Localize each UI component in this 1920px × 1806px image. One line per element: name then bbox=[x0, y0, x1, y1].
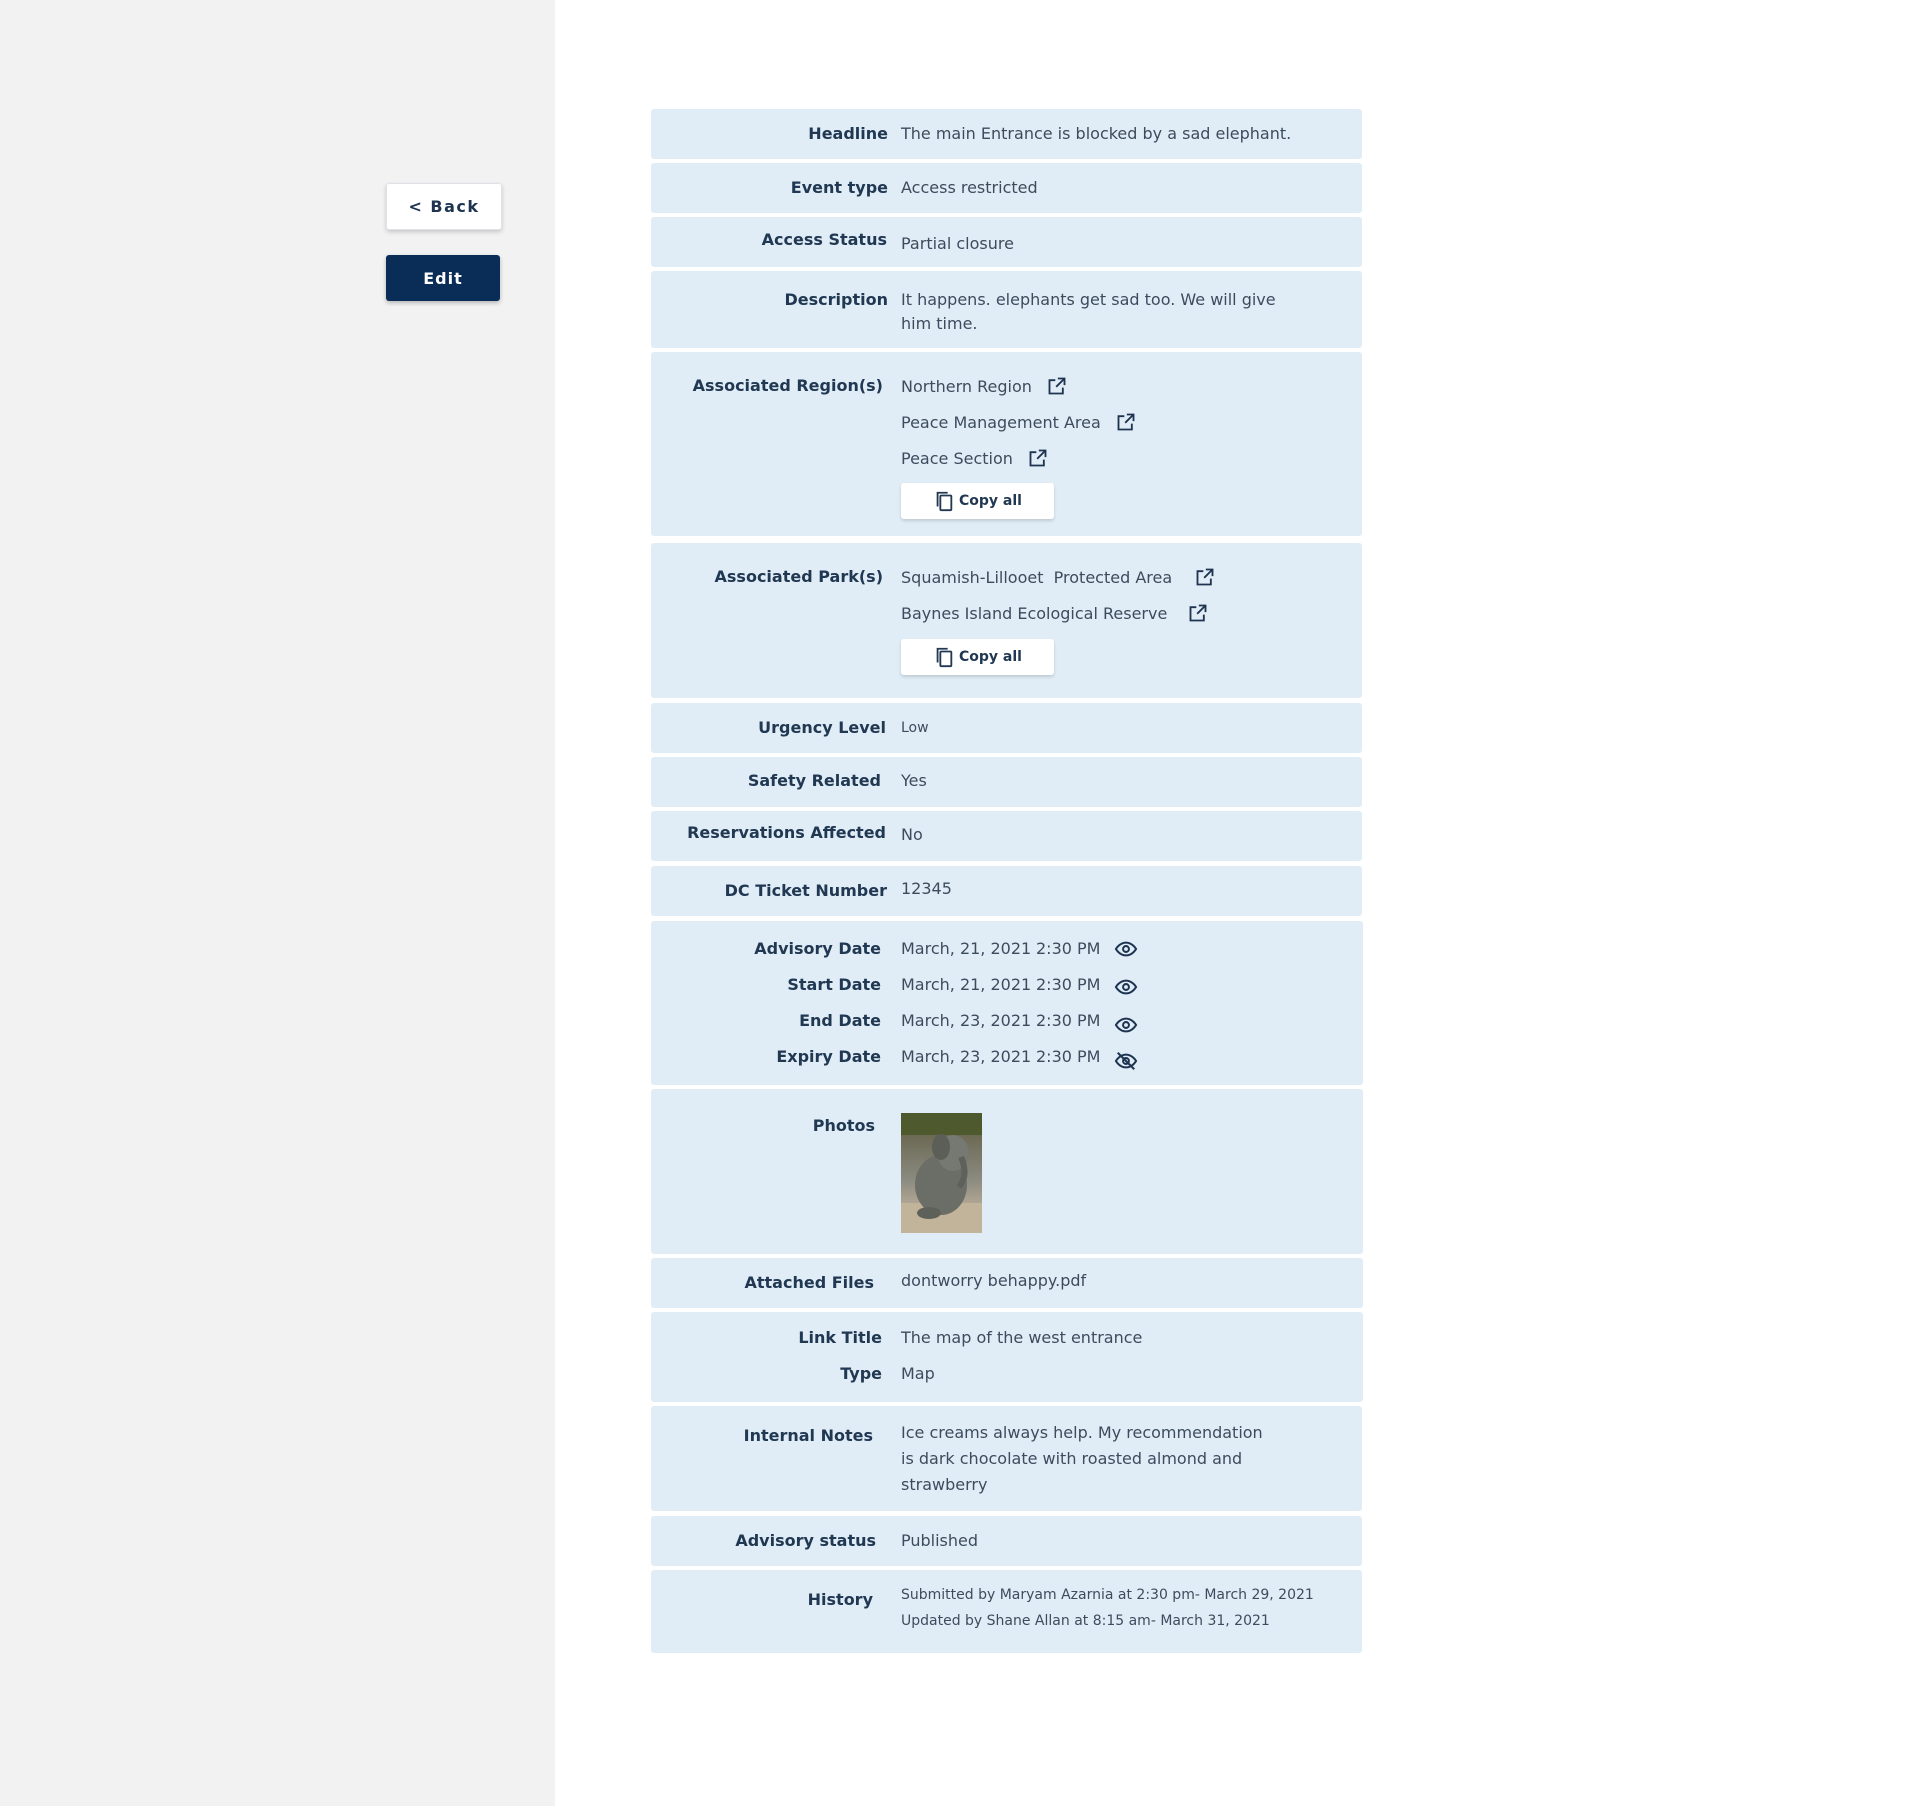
eye-icon[interactable] bbox=[1114, 976, 1138, 998]
safety-row: Safety Related Yes bbox=[651, 757, 1362, 807]
left-panel: < Back Edit bbox=[0, 0, 555, 1806]
history-label: History bbox=[807, 1590, 873, 1609]
link-title-value[interactable]: The map of the west entrance bbox=[901, 1328, 1142, 1347]
copy-label: Copy all bbox=[959, 649, 1022, 665]
photos-row: Photos bbox=[651, 1089, 1363, 1254]
reservations-row: Reservations Affected No bbox=[651, 811, 1362, 861]
copy-icon bbox=[936, 491, 953, 512]
external-link-icon[interactable] bbox=[1188, 603, 1208, 623]
access-status-value: Partial closure bbox=[901, 234, 1014, 253]
region-item: Peace Section bbox=[901, 448, 1048, 468]
dc-ticket-label: DC Ticket Number bbox=[724, 881, 887, 900]
reservations-label: Reservations Affected bbox=[687, 823, 886, 842]
safety-value: Yes bbox=[901, 771, 927, 790]
park-item: Squamish-Lillooet Protected Area bbox=[901, 567, 1215, 587]
description-value: It happens. elephants get sad too. We wi… bbox=[901, 290, 1276, 333]
link-type-label: Type bbox=[840, 1364, 882, 1383]
event-type-label: Event type bbox=[790, 178, 888, 197]
start-time-value: 2:30 PM bbox=[1036, 975, 1101, 994]
history-entry: Updated by Shane Allan at 8:15 am- March… bbox=[901, 1613, 1270, 1629]
status-row: Advisory status Published bbox=[651, 1516, 1362, 1566]
end-time-value: 2:30 PM bbox=[1036, 1011, 1101, 1030]
advisory-time-value: 2:30 PM bbox=[1036, 939, 1101, 958]
urgency-value: Low bbox=[901, 720, 929, 736]
park-name[interactable]: Squamish-Lillooet Protected Area bbox=[901, 568, 1172, 587]
files-label: Attached Files bbox=[744, 1273, 875, 1292]
reservations-value: No bbox=[901, 825, 923, 844]
regions-row: Associated Region(s) Northern Region Pea… bbox=[651, 352, 1362, 536]
safety-label: Safety Related bbox=[747, 771, 881, 790]
description-label: Description bbox=[784, 290, 888, 309]
region-name[interactable]: Northern Region bbox=[901, 377, 1032, 396]
park-item: Baynes Island Ecological Reserve bbox=[901, 603, 1208, 623]
external-link-icon[interactable] bbox=[1116, 412, 1136, 432]
end-date-label: End Date bbox=[799, 1011, 881, 1030]
start-date-value: March, 21, 2021 bbox=[901, 975, 1032, 994]
copy-parks-button[interactable]: Copy all bbox=[901, 639, 1054, 675]
copy-regions-button[interactable]: Copy all bbox=[901, 483, 1054, 519]
park-name[interactable]: Baynes Island Ecological Reserve bbox=[901, 604, 1167, 623]
external-link-icon[interactable] bbox=[1047, 376, 1067, 396]
region-item: Northern Region bbox=[901, 376, 1067, 396]
expiry-date-value: March, 23, 2021 bbox=[901, 1047, 1032, 1066]
region-name[interactable]: Peace Section bbox=[901, 449, 1013, 468]
eye-icon[interactable] bbox=[1114, 938, 1138, 960]
access-status-row: Access Status Partial closure bbox=[651, 217, 1362, 267]
region-item: Peace Management Area bbox=[901, 412, 1136, 432]
back-button[interactable]: < Back bbox=[386, 183, 502, 230]
copy-label: Copy all bbox=[959, 493, 1022, 509]
notes-row: Internal Notes Ice creams always help. M… bbox=[651, 1406, 1362, 1511]
urgency-row: Urgency Level Low bbox=[651, 703, 1362, 753]
start-date-label: Start Date bbox=[787, 975, 881, 994]
event-type-row: Event type Access restricted bbox=[651, 163, 1362, 213]
files-row: Attached Files dontworry behappy.pdf bbox=[651, 1258, 1363, 1308]
copy-icon bbox=[936, 647, 953, 668]
eye-off-icon[interactable] bbox=[1114, 1050, 1138, 1072]
headline-row: Headline The main Entrance is blocked by… bbox=[651, 109, 1362, 159]
edit-button[interactable]: Edit bbox=[386, 255, 500, 301]
urgency-label: Urgency Level bbox=[758, 718, 886, 737]
history-entry: Submitted by Maryam Azarnia at 2:30 pm- … bbox=[901, 1587, 1314, 1603]
file-link[interactable]: dontworry behappy.pdf bbox=[901, 1271, 1086, 1290]
notes-value: Ice creams always help. My recommendatio… bbox=[901, 1423, 1263, 1494]
dates-row: Advisory Date March, 21, 2021 2:30 PM St… bbox=[651, 921, 1363, 1085]
photo-thumbnail[interactable] bbox=[901, 1113, 982, 1233]
status-label: Advisory status bbox=[735, 1531, 876, 1550]
regions-label: Associated Region(s) bbox=[692, 376, 883, 395]
dc-ticket-row: DC Ticket Number 12345 bbox=[651, 866, 1362, 916]
notes-label: Internal Notes bbox=[743, 1426, 873, 1445]
headline-label: Headline bbox=[808, 124, 888, 143]
external-link-icon[interactable] bbox=[1028, 448, 1048, 468]
external-link-icon[interactable] bbox=[1195, 567, 1215, 587]
advisory-date-value: March, 21, 2021 bbox=[901, 939, 1032, 958]
headline-value: The main Entrance is blocked by a sad el… bbox=[901, 124, 1292, 143]
end-date-value: March, 23, 2021 bbox=[901, 1011, 1032, 1030]
description-row: Description It happens. elephants get sa… bbox=[651, 271, 1362, 348]
status-value: Published bbox=[901, 1531, 979, 1550]
link-row: Link Title The map of the west entrance … bbox=[651, 1312, 1363, 1402]
eye-icon[interactable] bbox=[1114, 1014, 1138, 1036]
parks-label: Associated Park(s) bbox=[714, 567, 883, 586]
region-name[interactable]: Peace Management Area bbox=[901, 413, 1101, 432]
link-type-value: Map bbox=[901, 1364, 935, 1383]
access-status-label: Access Status bbox=[761, 230, 887, 249]
expiry-date-label: Expiry Date bbox=[776, 1047, 881, 1066]
parks-row: Associated Park(s) Squamish-Lillooet Pro… bbox=[651, 543, 1362, 698]
dc-ticket-value: 12345 bbox=[901, 879, 952, 898]
advisory-date-label: Advisory Date bbox=[754, 939, 881, 958]
elephant-photo-icon bbox=[901, 1113, 982, 1233]
history-row: History Submitted by Maryam Azarnia at 2… bbox=[651, 1570, 1362, 1653]
link-title-label: Link Title bbox=[798, 1328, 882, 1347]
photos-label: Photos bbox=[812, 1116, 875, 1135]
event-type-value: Access restricted bbox=[901, 178, 1038, 197]
expiry-time-value: 2:30 PM bbox=[1036, 1047, 1101, 1066]
